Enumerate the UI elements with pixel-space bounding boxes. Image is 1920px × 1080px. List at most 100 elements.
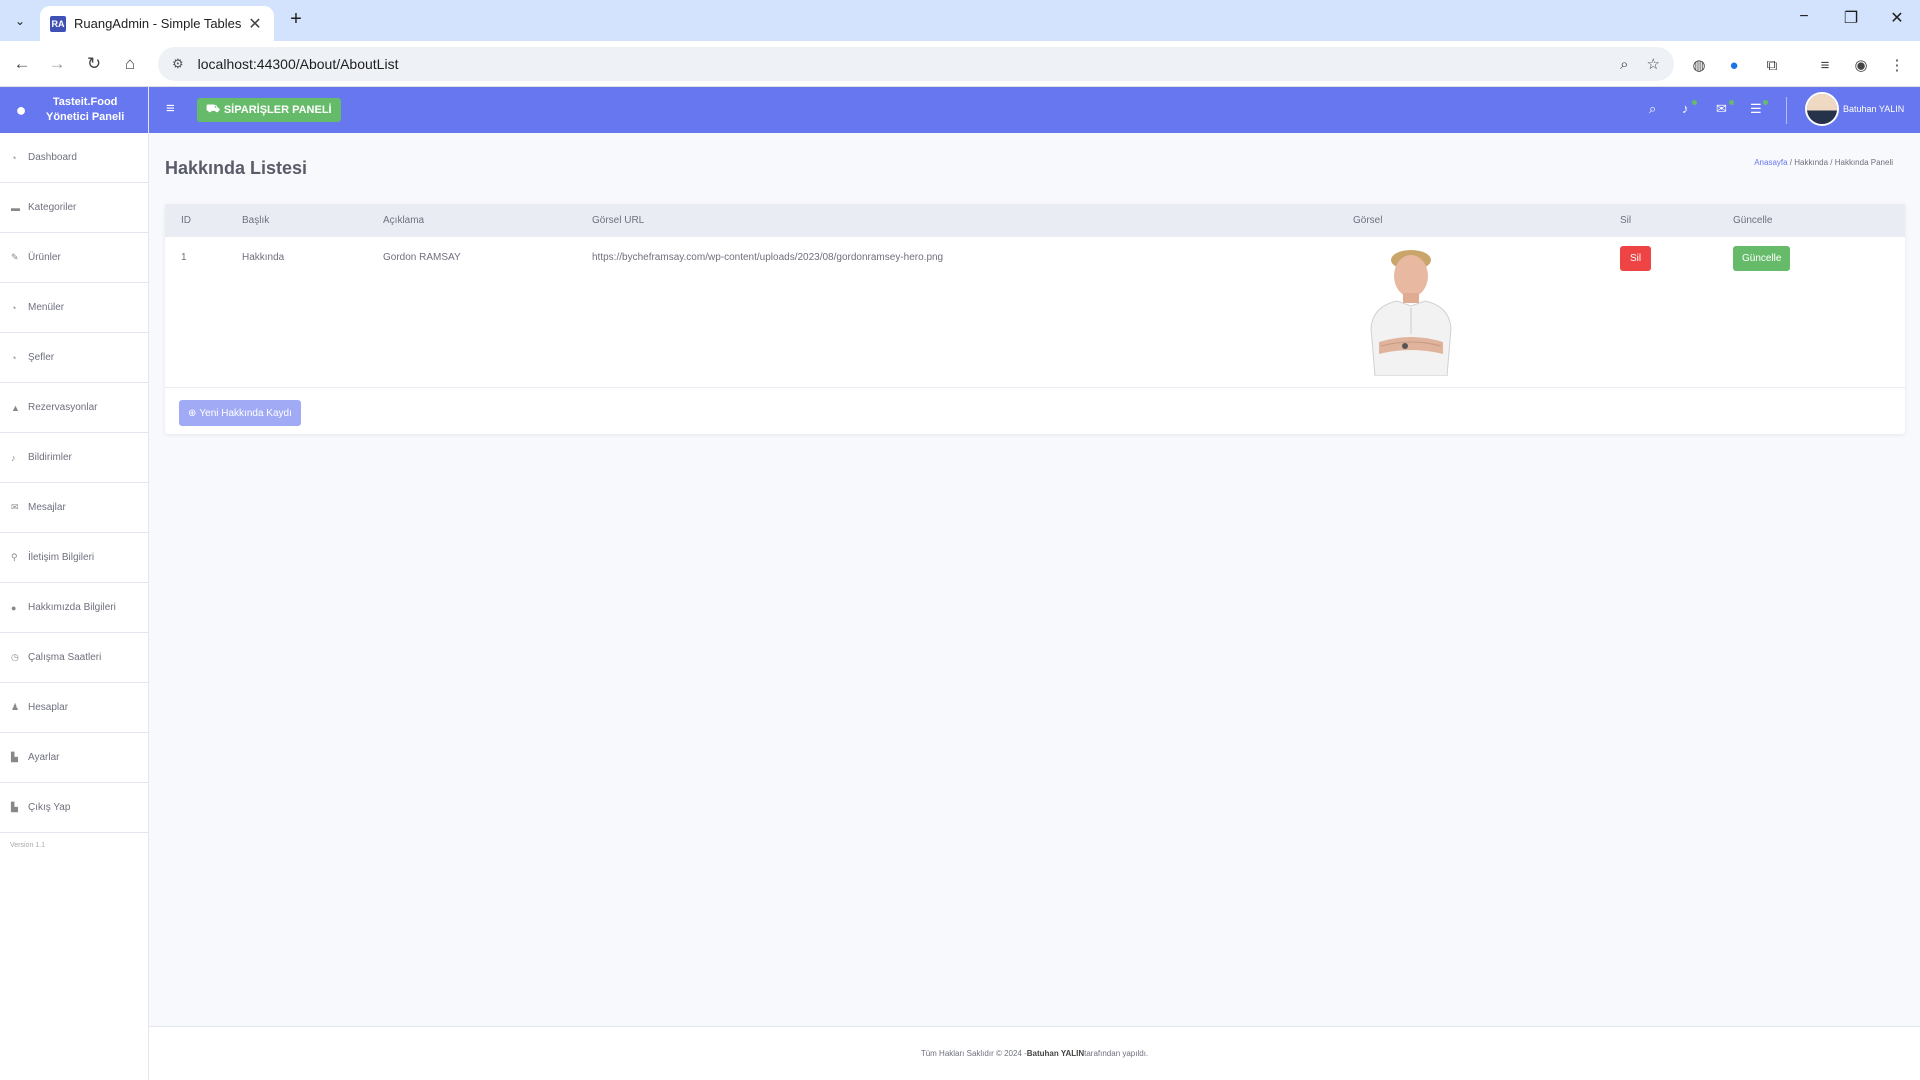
home-icon[interactable]: ⌂ [118, 52, 142, 76]
update-button[interactable]: Güncelle [1733, 246, 1791, 271]
menu-icon: ◔ [11, 302, 17, 313]
cell-gorsel [1353, 237, 1620, 387]
cell-sil: Sil [1620, 237, 1733, 387]
sidebar-item-sefler[interactable]: ◔ Şefler [0, 333, 148, 383]
breadcrumb-current: Hakkında Paneli [1834, 158, 1893, 167]
table-header-row: ID Başlık Açıklama Görsel URL Görsel Sil… [165, 204, 1905, 237]
cell-baslik: Hakkında [242, 252, 285, 263]
favicon-icon: RA [50, 15, 66, 32]
message-badge [1729, 100, 1734, 105]
sidebar-item-bildirimler[interactable]: ♪ Bildirimler [0, 433, 148, 483]
back-arrow-icon[interactable]: ← [10, 52, 34, 76]
calendar-icon: ▲ [11, 402, 20, 413]
media-queue-icon[interactable]: ≡ [1814, 54, 1836, 76]
header-baslik: Başlık [242, 204, 383, 237]
site-info-icon[interactable]: ⚙ [172, 56, 184, 72]
sidebar-item-menuler[interactable]: ◔ Menüler [0, 283, 148, 333]
user-name[interactable]: Batuhan YALIN [1843, 104, 1904, 114]
sidebar-item-cikis[interactable]: ▙ Çıkış Yap [0, 783, 148, 833]
topbar: ≡ ⛟ SİPARİŞLER PANELİ ⌕ ♪ ✉ ☰ Batuhan YA… [149, 87, 1920, 133]
sidebar: ● Tasteit.Food Yönetici Paneli ◔ Dashboar… [0, 87, 149, 1080]
restore-icon[interactable]: ❐ [1836, 8, 1866, 28]
topbar-divider [1786, 97, 1787, 124]
notification-badge [1692, 100, 1697, 105]
header-gorsel: Görsel [1353, 204, 1620, 237]
orders-icon: ⛟ [206, 103, 220, 115]
sidebar-item-ayarlar[interactable]: ▙ Ayarlar [0, 733, 148, 783]
sidebar-item-kategoriler[interactable]: ▬ Kategoriler [0, 183, 148, 233]
orders-panel-button[interactable]: ⛟ SİPARİŞLER PANELİ [197, 98, 341, 122]
zoom-icon[interactable]: ⌕ [1620, 56, 1628, 73]
sidebar-item-mesajlar[interactable]: ✉ Mesajlar [0, 483, 148, 533]
browser-toolbar: ← → ↻ ⌂ ⚙ localhost:44300/About/AboutLis… [0, 41, 1920, 87]
location-icon: ⚲ [11, 552, 18, 562]
window-close-icon[interactable]: ✕ [1882, 8, 1912, 28]
chef-image [1357, 246, 1465, 377]
dashboard-icon: ◔ [11, 152, 17, 163]
search-icon[interactable]: ⌕ [1649, 101, 1656, 117]
footer-suffix: tarafından yapıldı. [1084, 1049, 1149, 1058]
tasks-badge [1763, 100, 1768, 105]
extensions-puzzle-icon[interactable]: ⧉ [1761, 54, 1783, 76]
about-table-card: ID Başlık Açıklama Görsel URL Görsel Sil… [165, 204, 1905, 434]
user-icon: ♟ [11, 702, 20, 712]
footer-prefix: Tüm Hakları Saklıdır © 2024 - [920, 1049, 1027, 1058]
info-icon: ● [11, 602, 17, 613]
page-title: Hakkında Listesi [165, 158, 308, 178]
chef-portrait-image [1370, 250, 1452, 377]
page-footer: Tüm Hakları Saklıdır © 2024 - Batuhan YA… [149, 1026, 1920, 1080]
user-avatar[interactable] [1805, 92, 1839, 126]
breadcrumb-home-link[interactable]: Anasayfa [1754, 158, 1787, 167]
bell-icon[interactable]: ♪ [1682, 101, 1689, 116]
cell-url: https://bycheframsay.com/wp-content/uplo… [592, 252, 944, 263]
extension-shazam-icon[interactable]: ● [1723, 54, 1745, 76]
cell-guncelle: Güncelle [1733, 237, 1905, 387]
tab-search-chevron-icon[interactable]: ⌄ [8, 9, 32, 33]
envelope-icon: ✉ [11, 502, 19, 512]
plus-circle-icon: ⊕ [188, 407, 197, 419]
minimize-icon[interactable]: − [1789, 8, 1819, 26]
address-bar[interactable]: ⚙ localhost:44300/About/AboutList ⌕ ☆ [158, 47, 1674, 81]
cell-id: 1 [181, 252, 187, 263]
header-guncelle: Güncelle [1733, 204, 1905, 237]
globe-icon[interactable]: ◍ [1688, 54, 1710, 76]
new-about-button[interactable]: ⊕ Yeni Hakkında Kaydı [179, 400, 301, 426]
sidebar-item-iletisim[interactable]: ⚲ İletişim Bilgileri [0, 533, 148, 583]
table-row: 1 Hakkında Gordon RAMSAY https://bychefr… [165, 237, 1905, 387]
forward-arrow-icon[interactable]: → [45, 52, 69, 76]
sidebar-item-hakkimizda[interactable]: ● Hakkımızda Bilgileri [0, 583, 148, 633]
hamburger-menu-icon[interactable]: ≡ [166, 100, 175, 117]
bell-icon: ♪ [11, 452, 16, 463]
version-label: Version 1.1 [10, 842, 46, 849]
sidebar-item-calisma-saatleri[interactable]: ◷ Çalışma Saatleri [0, 633, 148, 683]
chart-icon: ▙ [11, 752, 18, 762]
folder-icon: ▬ [11, 202, 20, 213]
tasks-icon[interactable]: ☰ [1750, 101, 1762, 117]
tab-title: RuangAdmin - Simple Tables [74, 16, 242, 31]
reload-icon[interactable]: ↻ [82, 52, 106, 76]
footer-author: Batuhan YALIN [1026, 1049, 1085, 1058]
header-aciklama: Açıklama [383, 204, 592, 237]
url-text[interactable]: localhost:44300/About/AboutList [198, 56, 1602, 72]
sidebar-item-rezervasyonlar[interactable]: ▲ Rezervasyonlar [0, 383, 148, 433]
bookmark-star-icon[interactable]: ☆ [1647, 55, 1660, 73]
user-brand-icon: ● [15, 99, 27, 120]
brand-title: Tasteit.Food Yönetici Paneli [46, 96, 125, 123]
sidebar-item-hesaplar[interactable]: ♟ Hesaplar [0, 683, 148, 733]
breadcrumb: Anasayfa / Hakkında / Hakkında Paneli [1754, 158, 1893, 167]
card-footer: ⊕ Yeni Hakkında Kaydı [165, 387, 1905, 434]
delete-button[interactable]: Sil [1620, 246, 1652, 271]
new-tab-plus-icon[interactable]: + [284, 8, 308, 31]
tab-close-icon[interactable]: ✕ [246, 14, 264, 34]
browser-tab-bar: ⌄ RA RuangAdmin - Simple Tables ✕ + − ❐ … [0, 0, 1920, 41]
chef-icon: ◔ [11, 352, 17, 363]
sidebar-brand[interactable]: ● Tasteit.Food Yönetici Paneli [0, 87, 148, 133]
sidebar-item-dashboard[interactable]: ◔ Dashboard [0, 133, 148, 183]
browser-tab[interactable]: RA RuangAdmin - Simple Tables ✕ [40, 6, 274, 41]
sidebar-item-urunler[interactable]: ✎ Ürünler [0, 233, 148, 283]
browser-menu-icon[interactable]: ⋮ [1886, 54, 1908, 76]
profile-avatar-icon[interactable]: ◉ [1850, 54, 1872, 76]
chart-icon: ▙ [11, 802, 18, 812]
header-sil: Sil [1620, 204, 1733, 237]
envelope-icon[interactable]: ✉ [1716, 101, 1727, 117]
